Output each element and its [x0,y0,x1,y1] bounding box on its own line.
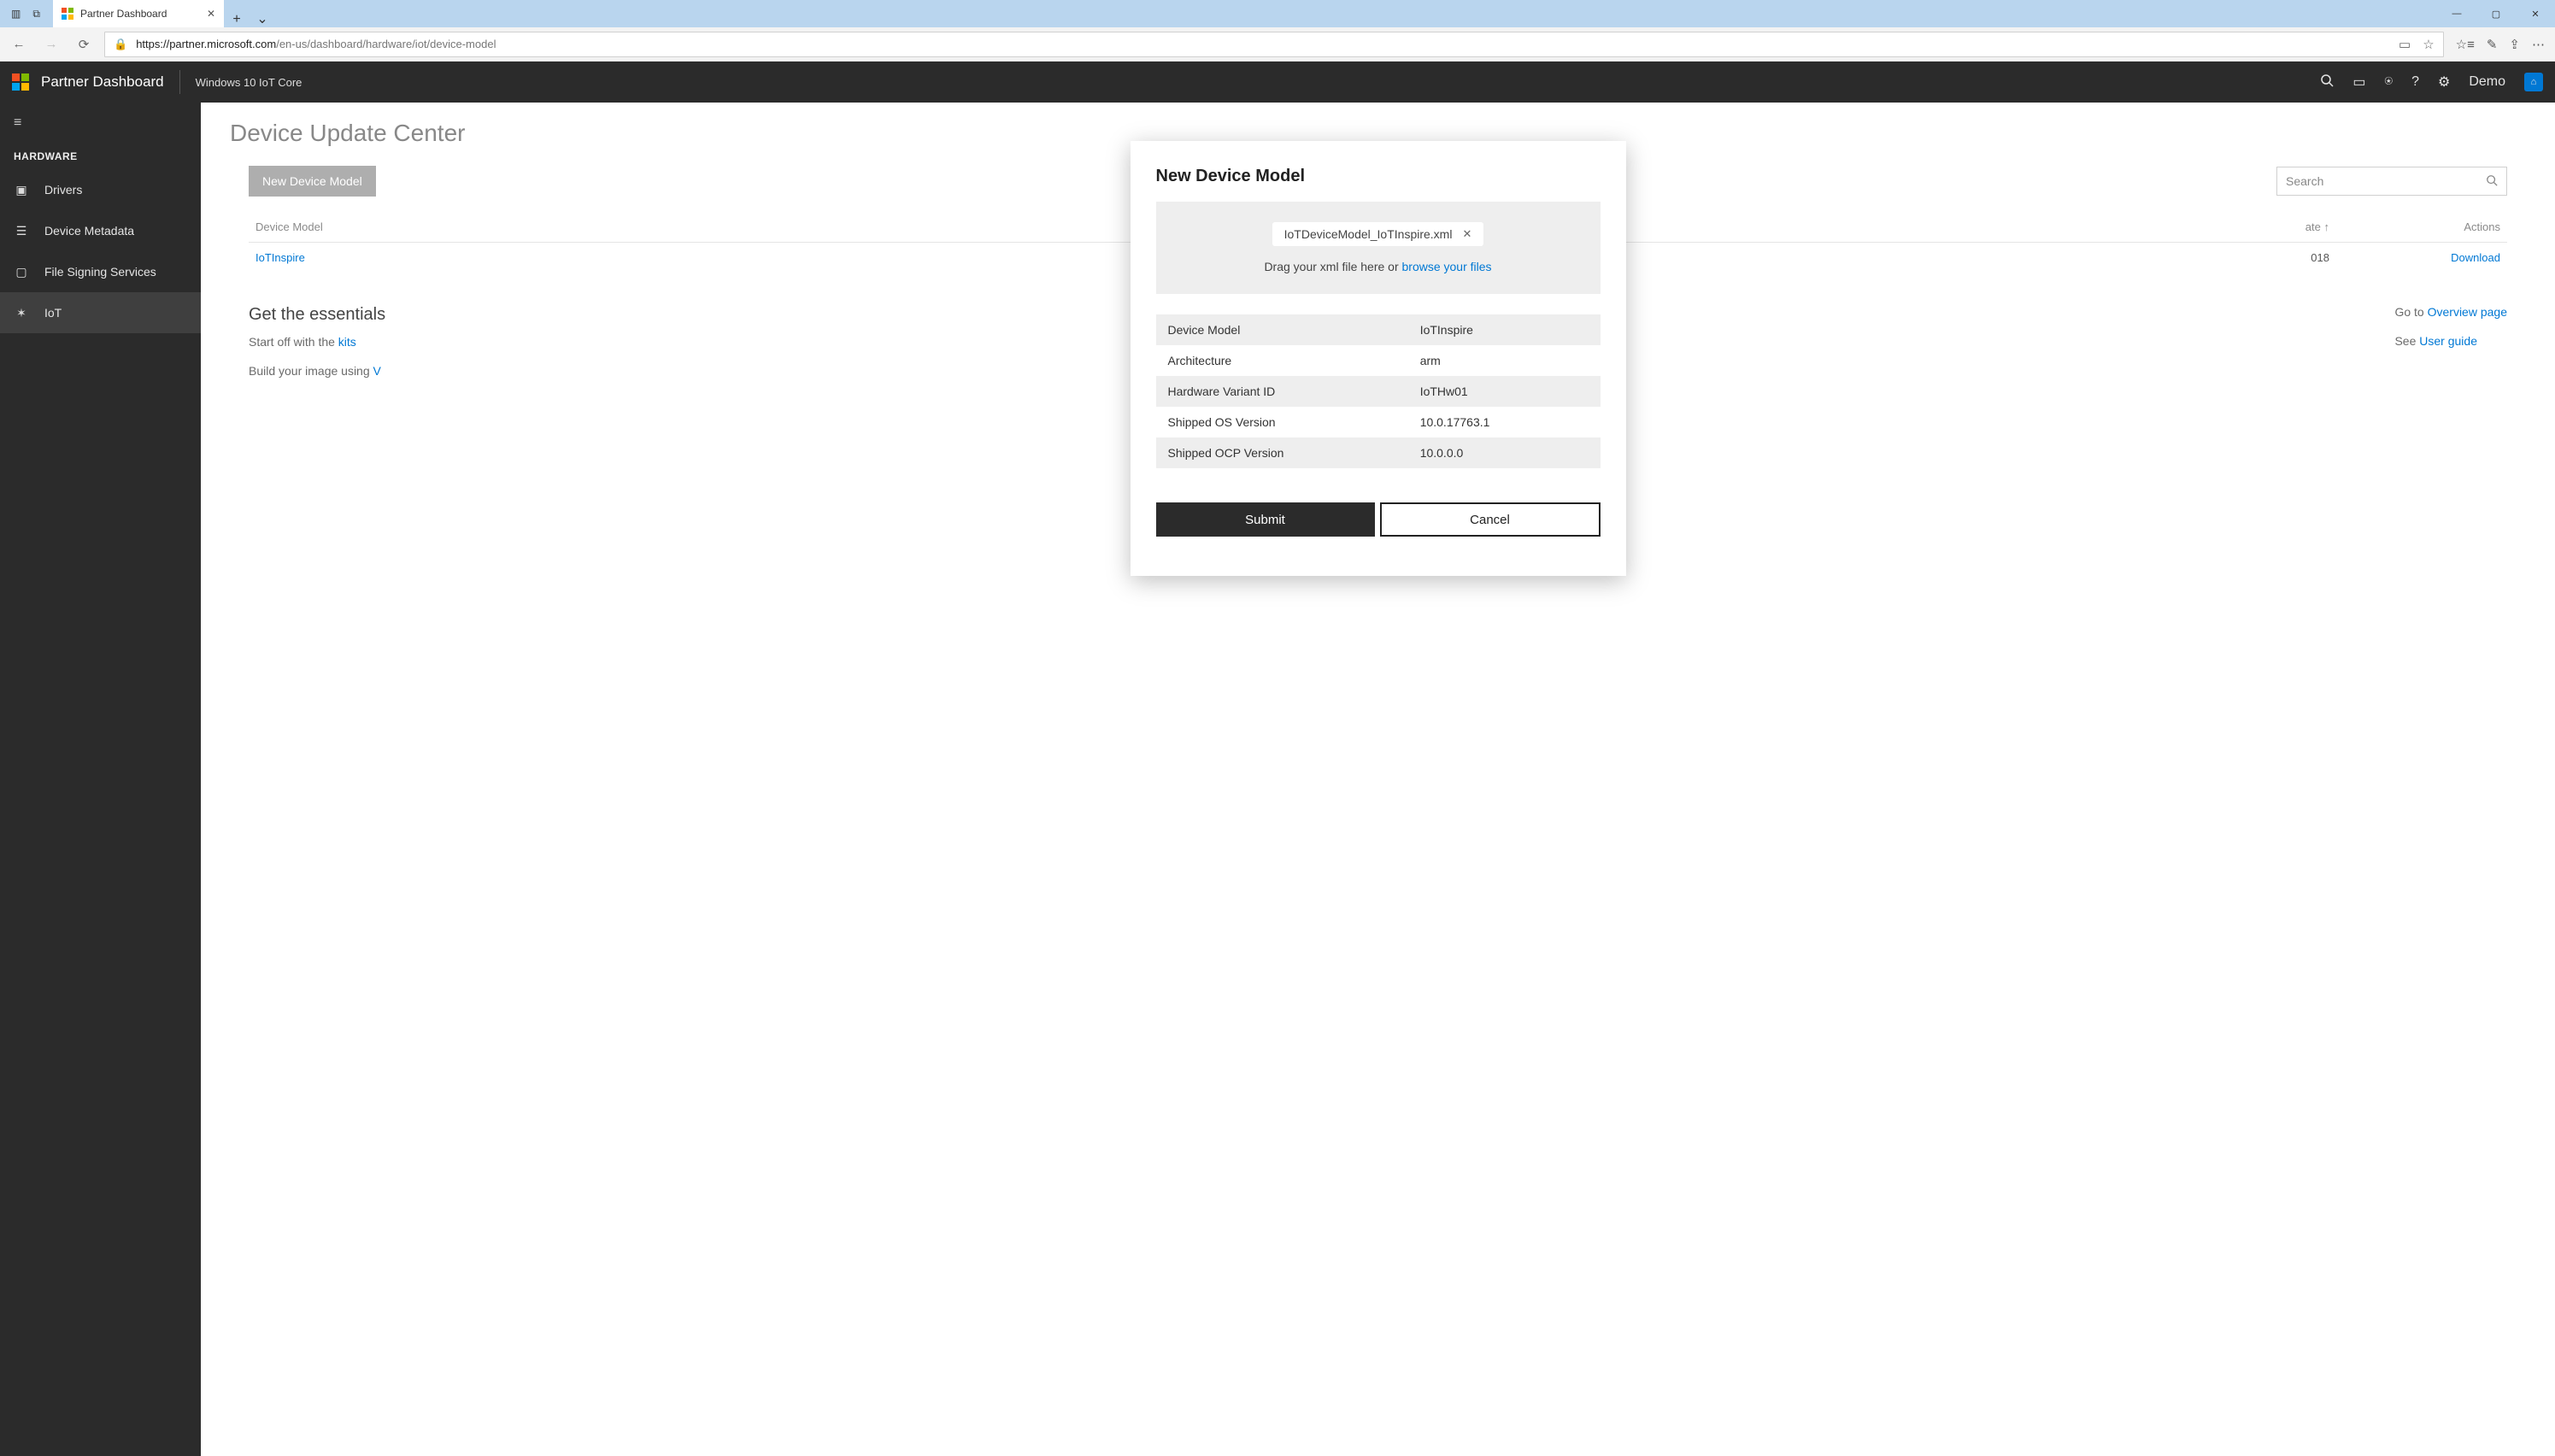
new-tab-button[interactable]: + [224,12,250,27]
iot-icon: ✶ [14,306,29,320]
sidebar: ≡ HARDWARE ▣ Drivers ☰ Device Metadata ▢… [0,103,201,1456]
hamburger-icon[interactable]: ≡ [14,115,21,131]
build-link[interactable]: V [373,364,381,378]
sidebar-item-drivers[interactable]: ▣ Drivers [0,169,201,210]
user-label[interactable]: Demo [2469,74,2505,90]
sidebar-item-label: File Signing Services [44,265,156,279]
prop-value: 10.0.0.0 [1420,446,1589,460]
tab-title: Partner Dashboard [80,8,167,20]
share-icon[interactable]: ⇪ [2509,37,2520,52]
settings-icon[interactable]: ⚙ [2438,73,2450,91]
overview-page-link[interactable]: Overview page [2428,305,2507,319]
col-date[interactable]: ate [1638,220,2329,233]
search-input[interactable]: Search [2276,167,2507,196]
submit-button[interactable]: Submit [1156,502,1375,537]
tabs-overview-icon[interactable]: ▥ [11,8,21,20]
lock-icon: 🔒 [114,38,127,51]
prop-value: 10.0.17763.1 [1420,415,1589,429]
feedback-icon[interactable]: ▭ [2352,73,2365,91]
overview-line: Go to Overview page [2394,305,2507,319]
address-bar[interactable]: 🔒 https://partner.microsoft.com/en-us/da… [104,32,2444,57]
prop-label: Shipped OCP Version [1168,446,1420,460]
window-minimize-button[interactable]: — [2437,0,2476,27]
device-model-link[interactable]: IoTInspire [256,251,305,264]
app-context: Windows 10 IoT Core [196,76,302,89]
remove-file-icon[interactable]: ✕ [1462,227,1471,241]
app-header: Partner Dashboard Windows 10 IoT Core ▭ … [0,62,2555,103]
drivers-icon: ▣ [14,183,29,197]
prop-label: Shipped OS Version [1168,415,1420,429]
tab-actions-chevron-icon[interactable]: ⌄ [250,10,275,27]
col-actions[interactable]: Actions [2329,220,2500,233]
favorite-icon[interactable]: ☆ [2423,37,2434,52]
notes-icon[interactable]: ✎ [2487,37,2498,52]
sidebar-item-label: IoT [44,306,62,320]
essentials-heading: Get the essentials [249,305,385,325]
essentials-kits-line: Start off with the kits [249,335,385,349]
set-aside-tabs-icon[interactable]: ⧉ [32,8,40,21]
browser-titlebar: ▥ ⧉ Partner Dashboard ✕ + ⌄ — ▢ ✕ [0,0,2555,27]
microsoft-logo-icon [12,73,29,91]
new-device-model-dialog: New Device Model IoTDeviceModel_IoTInspi… [1131,141,1626,576]
main-content: Device Update Center New Device Model Se… [201,103,2555,1456]
drop-instructions: Drag your xml file here or browse your f… [1156,260,1601,273]
nav-refresh-button[interactable]: ⟳ [72,32,96,56]
user-guide-line: See User guide [2394,334,2507,348]
user-avatar[interactable]: ⌂ [2524,73,2543,91]
kits-link[interactable]: kits [338,335,356,349]
reading-view-icon[interactable]: ▭ [2399,37,2411,52]
prop-label: Architecture [1168,354,1420,367]
app-title: Partner Dashboard [41,73,164,91]
window-maximize-button[interactable]: ▢ [2476,0,2516,27]
device-properties-table: Device ModelIoTInspire Architecturearm H… [1156,314,1601,468]
favicon-icon [62,8,73,20]
file-drop-zone[interactable]: IoTDeviceModel_IoTInspire.xml ✕ Drag you… [1156,202,1601,294]
close-tab-icon[interactable]: ✕ [207,8,215,20]
browse-files-link[interactable]: browse your files [1402,260,1492,273]
url-text: https://partner.microsoft.com/en-us/dash… [136,38,496,50]
prop-value: arm [1420,354,1589,367]
search-icon[interactable] [2320,73,2334,91]
favorites-hub-icon[interactable]: ☆≡ [2456,37,2475,52]
row-date: 018 [1638,251,2329,264]
browser-tab-active[interactable]: Partner Dashboard ✕ [53,0,224,27]
browser-navbar: ← → ⟳ 🔒 https://partner.microsoft.com/en… [0,27,2555,62]
window-close-button[interactable]: ✕ [2516,0,2555,27]
signing-icon: ▢ [14,265,29,279]
uploaded-file-pill: IoTDeviceModel_IoTInspire.xml ✕ [1272,222,1484,246]
sidebar-item-file-signing[interactable]: ▢ File Signing Services [0,251,201,292]
sidebar-item-label: Device Metadata [44,224,134,238]
prop-label: Hardware Variant ID [1168,385,1420,398]
download-link[interactable]: Download [2451,251,2500,264]
cancel-button[interactable]: Cancel [1380,502,1601,537]
nav-forward-button[interactable]: → [39,32,63,56]
sidebar-item-iot[interactable]: ✶ IoT [0,292,201,333]
prop-label: Device Model [1168,323,1420,337]
notifications-icon[interactable]: ⍟ [2384,74,2393,90]
prop-value: IoTInspire [1420,323,1589,337]
sidebar-group-title: HARDWARE [0,144,201,169]
nav-back-button[interactable]: ← [7,32,31,56]
prop-value: IoTHw01 [1420,385,1589,398]
user-guide-link[interactable]: User guide [2419,334,2477,348]
new-device-model-button[interactable]: New Device Model [249,166,376,197]
sidebar-item-device-metadata[interactable]: ☰ Device Metadata [0,210,201,251]
uploaded-file-name: IoTDeviceModel_IoTInspire.xml [1284,227,1453,241]
metadata-icon: ☰ [14,224,29,238]
divider [179,70,180,94]
help-icon[interactable]: ? [2411,74,2419,90]
essentials-build-line: Build your image using V [249,364,385,378]
search-placeholder: Search [2286,174,2323,188]
search-icon[interactable] [2486,174,2498,189]
more-icon[interactable]: ⋯ [2532,37,2545,52]
sidebar-item-label: Drivers [44,183,82,197]
dialog-title: New Device Model [1156,167,1601,186]
